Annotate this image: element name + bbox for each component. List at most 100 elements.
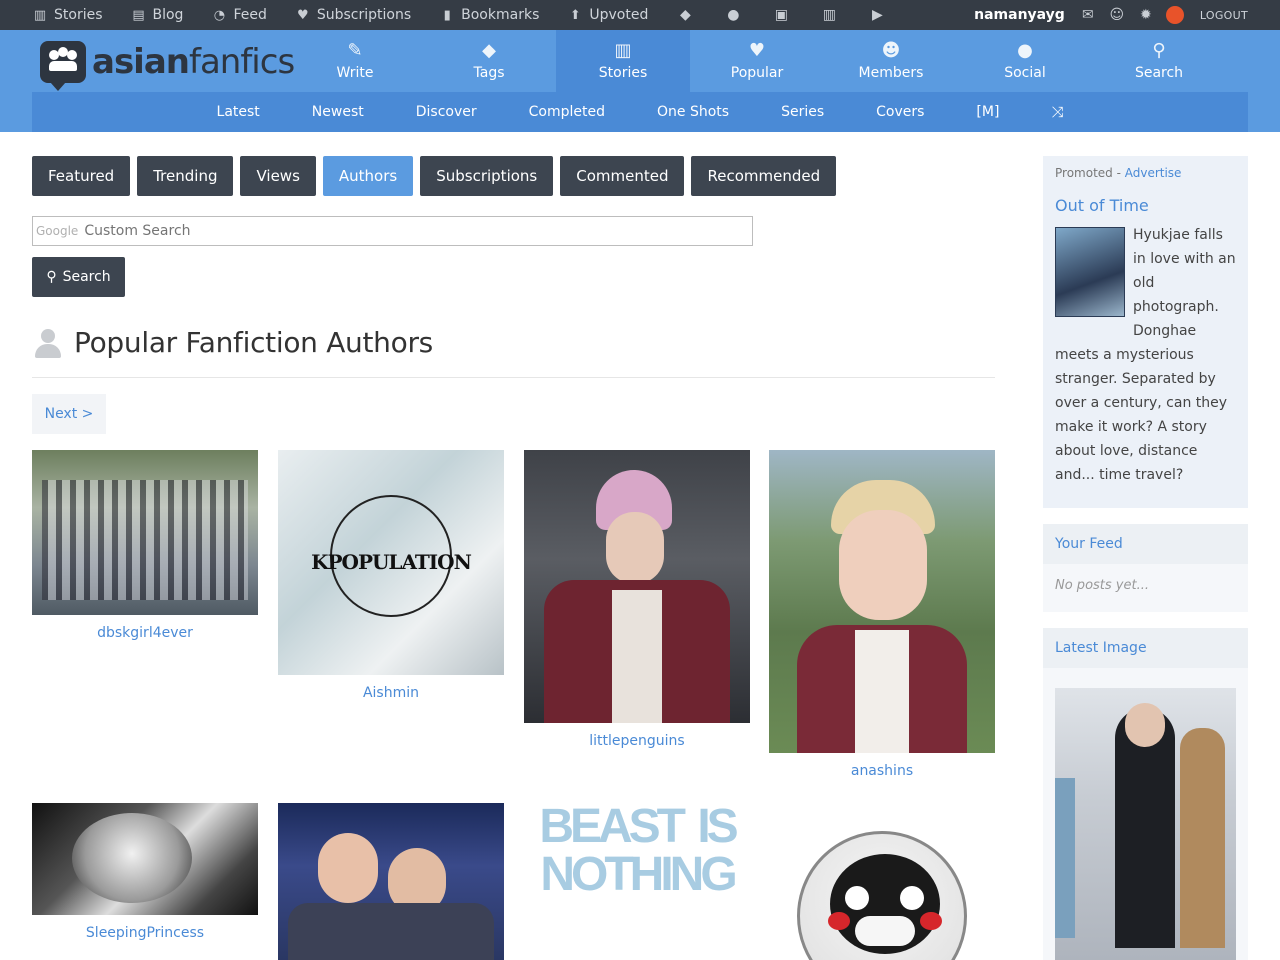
next-page-button[interactable]: Next > — [32, 394, 106, 434]
author-card[interactable] — [278, 803, 504, 960]
feed-empty-message: No posts yet... — [1055, 578, 1149, 593]
page-heading: Popular Fanfiction Authors — [32, 326, 433, 359]
topbar-blog-link[interactable]: ▤ Blog — [131, 7, 183, 23]
subnav-newest[interactable]: Newest — [312, 104, 364, 120]
feed-title[interactable]: Your Feed — [1043, 524, 1248, 564]
tab-subscriptions[interactable]: Subscriptions — [420, 156, 554, 196]
author-name[interactable]: dbskgirl4ever — [32, 625, 258, 641]
latest-image-title[interactable]: Latest Image — [1043, 628, 1248, 668]
nav-search[interactable]: ⚲ Search — [1092, 30, 1226, 92]
subnav-discover[interactable]: Discover — [416, 104, 477, 120]
topbar-subscriptions-link[interactable]: ♥ Subscriptions — [295, 7, 411, 23]
search-button[interactable]: ⚲ Search — [32, 257, 125, 297]
logout-link[interactable]: LOGOUT — [1200, 9, 1248, 22]
topbar-stories-link[interactable]: ▥ Stories — [32, 7, 103, 23]
latest-image[interactable] — [1055, 688, 1236, 960]
author-card[interactable]: dbskgirl4ever — [32, 450, 258, 641]
author-avatar[interactable]: KPOPULATION — [278, 450, 504, 675]
divider — [32, 377, 995, 378]
chat-icon: ● — [1017, 40, 1033, 61]
author-card[interactable]: SleepingPrincess — [32, 803, 258, 941]
tab-recommended[interactable]: Recommended — [691, 156, 837, 196]
promoted-story: Promoted - Advertise Out of Time Hyukjae… — [1043, 156, 1248, 508]
user-icon[interactable]: ☺ — [1108, 7, 1126, 23]
subnav-covers[interactable]: Covers — [876, 104, 924, 120]
author-avatar[interactable] — [278, 803, 504, 960]
heart-icon: ♥ — [297, 7, 309, 23]
page-title: Popular Fanfiction Authors — [74, 326, 433, 359]
topbar-bookmarks-link[interactable]: ▮ Bookmarks — [439, 7, 540, 23]
search-input[interactable] — [84, 223, 685, 239]
ranking-tabs: Featured Trending Views Authors Subscrip… — [32, 156, 843, 196]
author-name[interactable]: littlepenguins — [524, 733, 750, 749]
author-name[interactable]: SleepingPrincess — [32, 925, 258, 941]
search-icon: ⚲ — [1152, 40, 1166, 61]
books-icon: ▥ — [33, 7, 47, 23]
chat-icon[interactable]: ● — [724, 7, 742, 23]
image-icon[interactable]: ▣ — [772, 7, 790, 23]
gear-icon[interactable]: ✹ — [1137, 7, 1155, 23]
google-brand: Google — [36, 224, 79, 238]
shuffle-icon[interactable]: ⤨ — [1051, 103, 1063, 121]
subnav-one-shots[interactable]: One Shots — [657, 104, 729, 120]
nav-members[interactable]: ☻ Members — [824, 30, 958, 92]
author-name[interactable]: Aishmin — [278, 685, 504, 701]
nav-social[interactable]: ● Social — [958, 30, 1092, 92]
nav-popular[interactable]: ♥ Popular — [690, 30, 824, 92]
username-link[interactable]: namanyayg — [974, 7, 1065, 23]
tab-trending[interactable]: Trending — [137, 156, 234, 196]
author-avatar[interactable] — [32, 450, 258, 615]
site-header: asianfanfics ✎ Write ◆ Tags ▥ Stories ♥ Popu… — [0, 30, 1280, 132]
chart-icon[interactable]: ▥ — [820, 7, 838, 23]
author-avatar[interactable] — [32, 803, 258, 915]
site-logo[interactable]: asianfanfics — [40, 38, 295, 91]
author-card[interactable]: anashins — [769, 450, 995, 779]
author-card[interactable]: littlepenguins — [524, 450, 750, 749]
tab-authors[interactable]: Authors — [322, 156, 414, 196]
nav-write[interactable]: ✎ Write — [288, 30, 422, 92]
search-icon: ⚲ — [46, 269, 57, 285]
author-name[interactable]: anashins — [769, 763, 995, 779]
promoted-story-title[interactable]: Out of Time — [1055, 196, 1236, 215]
nav-stories[interactable]: ▥ Stories — [556, 30, 690, 92]
subnav-latest[interactable]: Latest — [217, 104, 260, 120]
sub-nav: Latest Newest Discover Completed One Sho… — [32, 92, 1248, 132]
quill-icon: ✎ — [347, 40, 363, 61]
author-avatar[interactable] — [524, 450, 750, 723]
video-icon[interactable]: ▶ — [868, 7, 886, 23]
nav-tags[interactable]: ◆ Tags — [422, 30, 556, 92]
topbar-upvoted-link[interactable]: ⬆ Upvoted — [567, 7, 648, 23]
author-card[interactable] — [769, 803, 995, 960]
main-nav: ✎ Write ◆ Tags ▥ Stories ♥ Popular ☻ Members … — [288, 30, 1226, 92]
avatar[interactable] — [1165, 6, 1184, 24]
user-icon — [32, 327, 64, 359]
author-avatar[interactable] — [769, 450, 995, 753]
heart-icon: ♥ — [748, 40, 766, 61]
user-icon: ☻ — [881, 40, 901, 61]
blog-icon: ▤ — [132, 7, 145, 23]
promoted-label: Promoted - Advertise — [1055, 166, 1182, 180]
story-cover[interactable] — [1055, 227, 1125, 317]
mail-icon[interactable]: ✉ — [1079, 7, 1097, 23]
custom-search-field: Google — [32, 216, 753, 246]
tag-icon[interactable]: ◆ — [676, 7, 694, 23]
topbar-feed-link[interactable]: ◔ Feed — [211, 7, 267, 23]
tab-views[interactable]: Views — [240, 156, 316, 196]
tag-icon: ◆ — [482, 40, 496, 61]
subnav-series[interactable]: Series — [781, 104, 824, 120]
author-avatar[interactable]: BEAST IS NOTHING — [524, 803, 750, 903]
subnav-completed[interactable]: Completed — [529, 104, 605, 120]
author-avatar[interactable] — [769, 803, 995, 960]
advertise-link[interactable]: Advertise — [1125, 166, 1182, 180]
tab-commented[interactable]: Commented — [560, 156, 685, 196]
author-card[interactable]: BEAST IS NOTHING — [524, 803, 750, 913]
latest-image-panel: Latest Image — [1043, 628, 1248, 960]
your-feed-panel: Your Feed No posts yet... — [1043, 524, 1248, 612]
logo-icon — [40, 41, 86, 91]
top-bar-right: namanyayg ✉ ☺ ✹ LOGOUT — [974, 0, 1248, 30]
subnav-mature[interactable]: [M] — [976, 104, 999, 120]
top-bar: ▥ Stories ▤ Blog ◔ Feed ♥ Subscriptions ▮ Boo… — [0, 0, 1280, 30]
bookmark-icon: ▮ — [443, 7, 451, 23]
author-card[interactable]: KPOPULATION Aishmin — [278, 450, 504, 701]
tab-featured[interactable]: Featured — [32, 156, 131, 196]
